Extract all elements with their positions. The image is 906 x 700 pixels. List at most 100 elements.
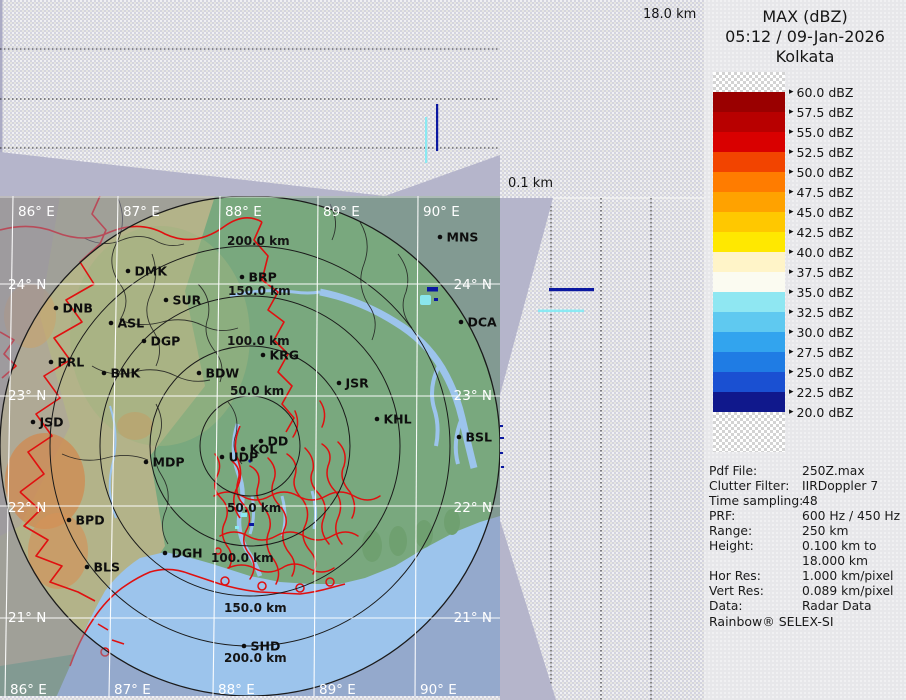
dbz-band xyxy=(713,352,785,372)
metadata-label: Vert Res: xyxy=(709,584,802,599)
city-label: DGH xyxy=(172,546,203,561)
city-dot xyxy=(126,269,131,274)
threshold-arrow-icon: ▸ xyxy=(789,167,794,177)
threshold-arrow-icon: ▸ xyxy=(789,227,794,237)
city-label: BRP xyxy=(249,270,277,285)
city-label: DGP xyxy=(151,334,181,349)
min-height-label: 0.1 km xyxy=(508,176,553,191)
city-label: BDW xyxy=(206,366,240,381)
height-gridlines xyxy=(551,198,651,700)
product-title: MAX (dBZ) xyxy=(704,7,906,27)
dbz-threshold-label: ▸27.5 dBZ xyxy=(789,344,853,360)
radar-display: 18.0 km 0.1 km xyxy=(0,0,906,700)
threshold-arrow-icon: ▸ xyxy=(789,347,794,357)
range-ring-label: 150.0 km xyxy=(228,284,291,298)
metadata-label: Hor Res: xyxy=(709,569,802,584)
dbz-threshold-label: ▸47.5 dBZ xyxy=(789,184,853,200)
metadata-label: Time sampling: xyxy=(709,494,802,509)
dbz-band xyxy=(713,172,785,192)
echo-vertical-projection xyxy=(425,104,438,163)
plan-view-map: 200.0 km150.0 km100.0 km50.0 km50.0 km10… xyxy=(0,196,500,700)
city-label: PRL xyxy=(58,355,85,370)
dbz-band xyxy=(713,312,785,332)
metadata-value: 18.000 km xyxy=(802,554,901,569)
metadata-value: 48 xyxy=(802,494,901,509)
lon-label: 86° E xyxy=(18,204,55,220)
lon-label: 87° E xyxy=(114,682,151,698)
city-dot xyxy=(163,551,168,556)
right-projection-strip xyxy=(500,196,706,700)
metadata-value: 250 km xyxy=(802,524,901,539)
metadata-value: 1.000 km/pixel xyxy=(802,569,901,584)
metadata-row: Time sampling:48 xyxy=(709,494,901,509)
threshold-arrow-icon: ▸ xyxy=(789,407,794,417)
metadata-row: 18.000 km xyxy=(709,554,901,569)
metadata-label: Clutter Filter: xyxy=(709,479,802,494)
city-dot xyxy=(31,420,36,425)
city-label: BPD xyxy=(76,513,105,528)
range-ring-label: 200.0 km xyxy=(227,234,290,248)
range-ring-label: 100.0 km xyxy=(211,551,274,565)
metadata-row: Range:250 km xyxy=(709,524,901,539)
threshold-arrow-icon: ▸ xyxy=(789,307,794,317)
metadata-label: Height: xyxy=(709,539,802,554)
city-dot xyxy=(220,455,225,460)
city-label: DCA xyxy=(468,315,498,330)
dbz-band xyxy=(713,332,785,352)
dbz-threshold-label: ▸37.5 dBZ xyxy=(789,264,853,280)
lon-label: 88° E xyxy=(218,682,255,698)
city-label: ASL xyxy=(118,316,145,331)
city-dot xyxy=(197,371,202,376)
lon-label: 90° E xyxy=(423,204,460,220)
city-dot xyxy=(438,235,443,240)
dbz-band xyxy=(713,372,785,392)
metadata-value: 600 Hz / 450 Hz xyxy=(802,509,901,524)
city-dot xyxy=(242,644,247,649)
metadata-value: 0.100 km to xyxy=(802,539,901,554)
city-label: BSL xyxy=(466,430,493,445)
dbz-band xyxy=(713,392,785,412)
lon-label: 89° E xyxy=(323,204,360,220)
threshold-arrow-icon: ▸ xyxy=(789,387,794,397)
city-dot xyxy=(164,298,169,303)
metadata-row: Height:0.100 km to xyxy=(709,539,901,554)
dbz-threshold-label: ▸30.0 dBZ xyxy=(789,324,853,340)
metadata-label: PRF: xyxy=(709,509,802,524)
metadata-label: Data: xyxy=(709,599,802,614)
threshold-arrow-icon: ▸ xyxy=(789,327,794,337)
city-dot xyxy=(261,353,266,358)
city-label: BLS xyxy=(94,560,121,575)
metadata-row: Data:Radar Data xyxy=(709,599,901,614)
lon-label: 87° E xyxy=(123,204,160,220)
dbz-band xyxy=(713,212,785,232)
dbz-threshold-label: ▸35.0 dBZ xyxy=(789,284,853,300)
range-ring-label: 150.0 km xyxy=(224,601,287,615)
dbz-band xyxy=(713,292,785,312)
software-credit: Rainbow® SELEX-SI xyxy=(709,614,834,629)
city-label: DMK xyxy=(135,264,169,279)
dbz-threshold-label: ▸60.0 dBZ xyxy=(789,84,853,100)
lon-label: 86° E xyxy=(10,682,47,698)
dbz-threshold-label: ▸20.0 dBZ xyxy=(789,404,853,420)
product-timestamp: 05:12 / 09-Jan-2026 xyxy=(704,27,906,47)
range-ring-label: 50.0 km xyxy=(227,501,281,515)
dbz-threshold-label: ▸25.0 dBZ xyxy=(789,364,853,380)
dbz-threshold-label: ▸22.5 dBZ xyxy=(789,384,853,400)
nodata-wedges xyxy=(500,198,556,700)
range-ring-label: 50.0 km xyxy=(230,384,284,398)
dbz-band xyxy=(713,152,785,172)
city-dot xyxy=(142,339,147,344)
map-bottom-edge xyxy=(0,696,500,700)
dbz-band xyxy=(713,232,785,252)
city-dot xyxy=(240,275,245,280)
city-label: JSD xyxy=(39,415,64,430)
metadata-label: Range: xyxy=(709,524,802,539)
top-projection-strip xyxy=(0,0,500,196)
metadata-value: 250Z.max xyxy=(802,464,901,479)
city-dot xyxy=(337,381,342,386)
lon-label: 90° E xyxy=(420,682,457,698)
lat-label: 24° N xyxy=(8,277,46,293)
city-label: MDP xyxy=(153,455,185,470)
threshold-arrow-icon: ▸ xyxy=(789,367,794,377)
dbz-band xyxy=(713,132,785,152)
